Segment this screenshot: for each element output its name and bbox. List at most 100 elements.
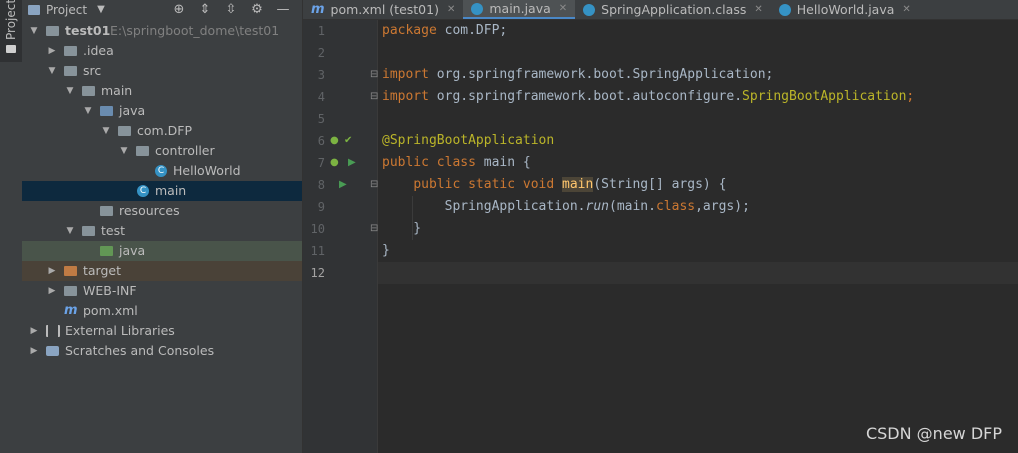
tree-item-main-folder[interactable]: ▼ main: [22, 81, 302, 101]
tree-item-label: resources: [119, 203, 180, 218]
hide-icon[interactable]: —: [274, 2, 292, 17]
tree-item-java[interactable]: ▼ java: [22, 101, 302, 121]
fold-icon[interactable]: ⊟: [370, 174, 378, 196]
fold-icon[interactable]: ⊟: [370, 86, 378, 108]
fold-icon[interactable]: ⊟: [370, 218, 378, 240]
tree-item-scratches[interactable]: ▶ Scratches and Consoles: [22, 341, 302, 361]
chevron-down-icon[interactable]: ▼: [28, 21, 40, 41]
run-icon[interactable]: ▶: [348, 152, 356, 174]
folder-icon: [64, 66, 77, 76]
chevron-down-icon[interactable]: ▼: [46, 61, 58, 81]
tree-item-label: target: [83, 263, 122, 278]
tree-item-helloworld[interactable]: C HelloWorld: [22, 161, 302, 181]
chevron-down-icon[interactable]: ▼: [64, 81, 76, 101]
tree-item-label: External Libraries: [65, 323, 175, 338]
tree-item-label: java: [119, 103, 146, 118]
package-icon: [136, 146, 149, 156]
scratches-icon: [46, 346, 59, 356]
tab-springapplication-class[interactable]: SpringApplication.class ✕: [575, 0, 771, 19]
chevron-down-icon[interactable]: ▼: [64, 221, 76, 241]
class-icon: C: [155, 165, 167, 177]
tree-item-src[interactable]: ▼ src: [22, 61, 302, 81]
spring-boot-class-icon: [471, 2, 484, 15]
folder-icon: [64, 46, 77, 56]
close-icon[interactable]: ✕: [902, 4, 910, 15]
tree-item-test-java[interactable]: java: [22, 241, 302, 261]
folder-icon: [82, 86, 95, 96]
gear-icon[interactable]: ⚙: [248, 2, 266, 17]
current-line-highlight: [378, 262, 1018, 284]
tree-item-label: com.DFP: [137, 123, 193, 138]
tab-label: main.java: [489, 1, 551, 16]
tree-item-external-libraries[interactable]: ▶ External Libraries: [22, 321, 302, 341]
collapse-all-icon[interactable]: ⇳: [222, 2, 240, 17]
chevron-right-icon[interactable]: ▶: [46, 281, 58, 301]
code-token: ;: [906, 89, 915, 104]
code-token: org.springframework.boot.autoconfigure.: [428, 89, 743, 104]
libraries-icon: [46, 325, 60, 337]
tree-item-label: src: [83, 63, 102, 78]
project-view-selector[interactable]: Project: [46, 3, 87, 17]
tab-main-java[interactable]: main.java ✕: [463, 0, 576, 19]
code-line: }: [382, 243, 390, 258]
close-icon[interactable]: ✕: [447, 4, 455, 15]
fold-icon[interactable]: ⊟: [370, 64, 378, 86]
spring-bean-icon[interactable]: ●: [330, 152, 339, 174]
spring-leaf-icon[interactable]: ✔: [344, 130, 352, 152]
source-folder-icon: [100, 106, 113, 116]
code-editor[interactable]: 1 2 3 4 5 6 7 8 9 10 11 12 ⊟ ⊟ ● ✔ ● ▶ ▶…: [303, 20, 1018, 453]
chevron-right-icon[interactable]: ▶: [46, 261, 58, 281]
tree-item-test[interactable]: ▼ test: [22, 221, 302, 241]
test-folder-icon: [100, 246, 113, 256]
code-token: org.springframework.boot.SpringApplicati…: [428, 67, 774, 82]
tree-item-controller[interactable]: ▼ controller: [22, 141, 302, 161]
chevron-right-icon[interactable]: ▶: [28, 341, 40, 361]
code-line: @SpringBootApplication: [382, 130, 554, 152]
chevron-down-icon[interactable]: ▼: [97, 4, 105, 15]
watermark: CSDN @new DFP: [865, 424, 1002, 443]
code-token: import: [382, 89, 429, 104]
tree-item-com-dfp[interactable]: ▼ com.DFP: [22, 121, 302, 141]
spring-bean-icon[interactable]: ●: [330, 130, 339, 152]
folder-icon: [82, 226, 95, 236]
chevron-down-icon[interactable]: ▼: [82, 101, 94, 121]
tree-item-test01[interactable]: ▼ test01 E:\springboot_dome\test01: [22, 21, 302, 41]
editor-tab-bar: m pom.xml (test01) ✕ main.java ✕ SpringA…: [303, 0, 1018, 20]
code-token: public static void: [413, 177, 555, 192]
tree-item-target[interactable]: ▶ target: [22, 261, 302, 281]
tab-pom-xml[interactable]: m pom.xml (test01) ✕: [303, 0, 463, 19]
code-token: @SpringBootApplication: [382, 133, 555, 148]
tree-item-main-class[interactable]: C main: [22, 181, 302, 201]
code-token: SpringBootApplication: [742, 89, 907, 104]
code-token: package: [382, 23, 437, 38]
project-tool-tab[interactable]: Project: [0, 0, 22, 62]
editor-gutter: 1 2 3 4 5 6 7 8 9 10 11 12 ⊟ ⊟ ● ✔ ● ▶ ▶…: [303, 20, 378, 453]
tree-item-idea[interactable]: ▶ .idea: [22, 41, 302, 61]
expand-all-icon[interactable]: ⇕: [196, 2, 214, 17]
chevron-right-icon[interactable]: ▶: [46, 41, 58, 61]
code-token: public class: [382, 155, 476, 170]
code-token: (String[] args) {: [593, 177, 727, 192]
run-icon[interactable]: ▶: [339, 174, 347, 196]
tree-item-label: main: [155, 183, 187, 198]
close-icon[interactable]: ✕: [559, 3, 567, 14]
tree-item-web-inf[interactable]: ▶ WEB-INF: [22, 281, 302, 301]
line-number: 7: [317, 156, 325, 170]
chevron-down-icon[interactable]: ▼: [100, 121, 112, 141]
chevron-right-icon[interactable]: ▶: [28, 321, 40, 341]
close-icon[interactable]: ✕: [754, 4, 762, 15]
folder-icon: [6, 45, 16, 53]
tree-item-label: pom.xml: [83, 303, 138, 318]
code-line: public class main {: [382, 152, 531, 174]
tree-item-resources[interactable]: resources: [22, 201, 302, 221]
code-line: package com.DFP;: [382, 20, 507, 42]
tree-item-label: HelloWorld: [173, 163, 241, 178]
folder-icon: [28, 4, 40, 15]
code-token: import: [382, 67, 429, 82]
tab-helloworld-java[interactable]: HelloWorld.java ✕: [771, 0, 919, 19]
chevron-down-icon[interactable]: ▼: [118, 141, 130, 161]
locate-icon[interactable]: ⊕: [170, 2, 188, 17]
tree-item-pom-xml[interactable]: m pom.xml: [22, 301, 302, 321]
